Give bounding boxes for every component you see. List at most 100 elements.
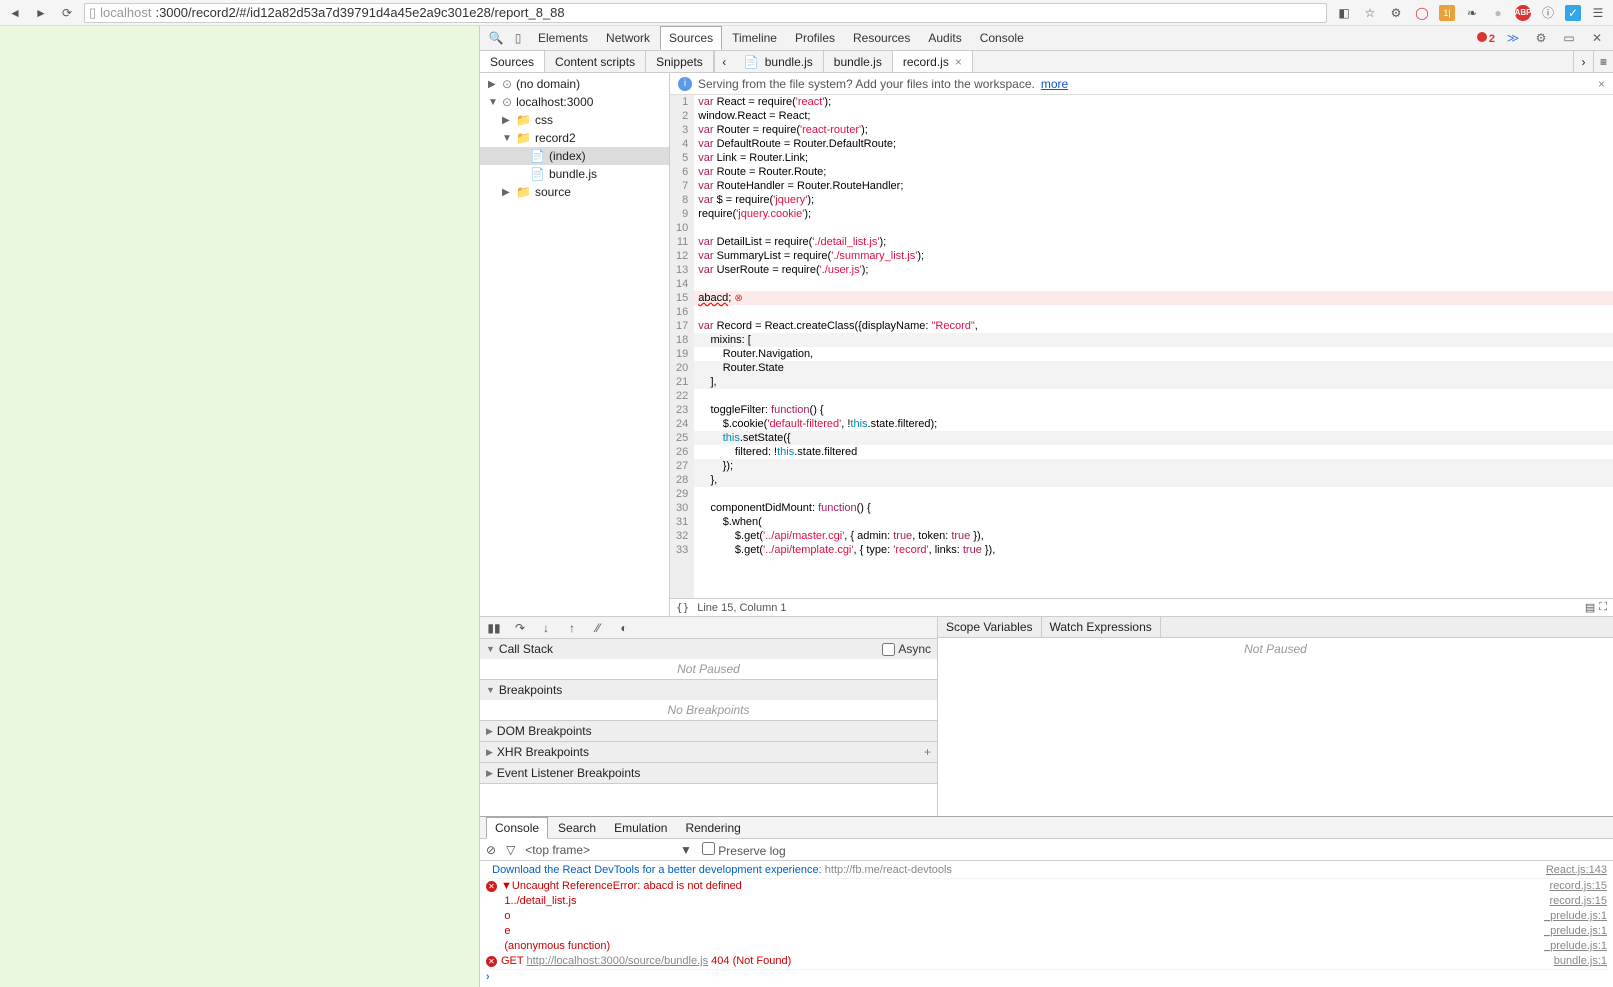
notice-text: Serving from the file system? Add your f…: [698, 77, 1035, 91]
workspace-notice: i Serving from the file system? Add your…: [670, 73, 1613, 95]
notice-close-icon[interactable]: ×: [1598, 77, 1605, 91]
nav-label: (index): [549, 149, 586, 163]
pause-exception-icon[interactable]: ◐: [616, 620, 632, 636]
nav-item[interactable]: ▶📁css: [480, 111, 669, 129]
nav-label: source: [535, 185, 571, 199]
nav-item[interactable]: ▼📁record2: [480, 129, 669, 147]
menu-icon[interactable]: ☰: [1589, 4, 1607, 22]
nav-item[interactable]: ▼⊙localhost:3000: [480, 93, 669, 111]
drawer-tab-rendering[interactable]: Rendering: [677, 818, 748, 838]
navigator-pane[interactable]: ▶⊙(no domain)▼⊙localhost:3000▶📁css▼📁reco…: [480, 73, 670, 616]
reload-button[interactable]: ⟳: [58, 4, 76, 22]
drawer-tab-emulation[interactable]: Emulation: [606, 818, 675, 838]
subtab-content-scripts[interactable]: Content scripts: [545, 51, 646, 72]
nav-item[interactable]: ▶📁source: [480, 183, 669, 201]
forward-button[interactable]: ►: [32, 4, 50, 22]
scope-body: Not Paused: [938, 638, 1613, 816]
add-xhr-icon[interactable]: +: [924, 745, 931, 759]
abp-icon[interactable]: ABP: [1515, 5, 1531, 21]
error-badge[interactable]: 2: [1477, 32, 1495, 45]
xhr-breakpoints-section[interactable]: ▶XHR Breakpoints+: [480, 742, 937, 763]
folder-icon: 📁: [516, 131, 531, 145]
tab-network[interactable]: Network: [598, 27, 658, 49]
nav-item[interactable]: 📄 (index): [480, 147, 669, 165]
line-gutter[interactable]: 1234567891011121314151617181920212223242…: [670, 95, 694, 598]
close-devtools-icon[interactable]: ✕: [1587, 28, 1607, 48]
folder-icon: 📁: [516, 113, 531, 127]
tab-profiles[interactable]: Profiles: [787, 27, 843, 49]
dock-icon[interactable]: ▭: [1559, 28, 1579, 48]
gear-icon[interactable]: ⚙: [1387, 4, 1405, 22]
file-icon: 📄: [530, 149, 545, 163]
async-checkbox[interactable]: [882, 643, 895, 656]
filetab-bundle1[interactable]: 📄bundle.js: [734, 51, 824, 72]
drawer-icon[interactable]: ≫: [1503, 28, 1523, 48]
tab-audits[interactable]: Audits: [920, 27, 969, 49]
expand-icon[interactable]: ⛶: [1599, 601, 1607, 614]
evernote-icon[interactable]: ❧: [1463, 4, 1481, 22]
page-content: [0, 26, 480, 987]
info-icon[interactable]: ⓘ: [1539, 4, 1557, 22]
deactivate-breakpoints-icon[interactable]: ⁄⁄: [590, 620, 606, 636]
debug-toolbar: ▮▮ ↷ ↓ ↑ ⁄⁄ ◐: [480, 617, 937, 639]
filetab-bundle2[interactable]: bundle.js: [824, 51, 893, 72]
subtab-snippets[interactable]: Snippets: [646, 51, 714, 72]
nav-label: record2: [535, 131, 576, 145]
call-stack-section[interactable]: ▼Call Stack Async Not Paused: [480, 639, 937, 680]
globe-icon[interactable]: ●: [1489, 4, 1507, 22]
console-prompt[interactable]: ›: [486, 970, 490, 985]
dom-breakpoints-section[interactable]: ▶DOM Breakpoints: [480, 721, 937, 742]
tab-resources[interactable]: Resources: [845, 27, 918, 49]
preserve-log-checkbox[interactable]: Preserve log: [702, 842, 786, 858]
event-listener-breakpoints-section[interactable]: ▶Event Listener Breakpoints: [480, 763, 937, 784]
notice-link[interactable]: more: [1041, 77, 1068, 91]
ublock-icon[interactable]: ◯: [1413, 4, 1431, 22]
tab-list-icon[interactable]: ≡: [1593, 51, 1613, 72]
close-tab-icon[interactable]: ×: [955, 55, 962, 69]
code-editor[interactable]: 1234567891011121314151617181920212223242…: [670, 95, 1613, 598]
device-icon[interactable]: ▯: [508, 28, 528, 48]
drawer-tab-search[interactable]: Search: [550, 818, 604, 838]
settings-icon[interactable]: ⚙: [1531, 28, 1551, 48]
check-icon[interactable]: ✓: [1565, 5, 1581, 21]
search-icon[interactable]: 🔍: [486, 28, 506, 48]
frame-selector[interactable]: <top frame> ▼: [525, 843, 692, 857]
url-bar[interactable]: ▯ localhost:3000/record2/#/id12a82d53a7d…: [84, 3, 1327, 23]
nav-item[interactable]: 📄bundle.js: [480, 165, 669, 183]
step-out-icon[interactable]: ↑: [564, 620, 580, 636]
nav-label: localhost:3000: [516, 95, 593, 109]
watch-expressions-tab[interactable]: Watch Expressions: [1042, 617, 1161, 637]
pause-icon[interactable]: ▮▮: [486, 620, 502, 636]
cloud-icon: ⊙: [502, 77, 512, 91]
clear-console-icon[interactable]: ⊘: [486, 843, 496, 857]
scope-watch-header: Scope Variables Watch Expressions: [938, 617, 1613, 638]
tab-scroll-left[interactable]: ‹: [714, 51, 734, 72]
tab-scroll-right[interactable]: ›: [1573, 51, 1593, 72]
sidebar-toggle-icon[interactable]: ▤: [1585, 601, 1595, 614]
panel-icon[interactable]: ◧: [1335, 4, 1353, 22]
star-icon[interactable]: ☆: [1361, 4, 1379, 22]
scope-variables-tab[interactable]: Scope Variables: [938, 617, 1042, 637]
tab-elements[interactable]: Elements: [530, 27, 596, 49]
cursor-position: Line 15, Column 1: [697, 602, 786, 614]
folder-icon: 📁: [516, 185, 531, 199]
filetab-record[interactable]: record.js×: [893, 51, 973, 72]
step-over-icon[interactable]: ↷: [512, 620, 528, 636]
subtab-sources[interactable]: Sources: [480, 51, 545, 72]
nav-item[interactable]: ▶⊙(no domain): [480, 75, 669, 93]
step-into-icon[interactable]: ↓: [538, 620, 554, 636]
url-host: localhost: [100, 5, 151, 20]
tab-console[interactable]: Console: [972, 27, 1032, 49]
console-body[interactable]: Download the React DevTools for a better…: [480, 861, 1613, 987]
tab-sources[interactable]: Sources: [660, 26, 722, 50]
back-button[interactable]: ◄: [6, 4, 24, 22]
devtools: 🔍 ▯ Elements Network Sources Timeline Pr…: [480, 26, 1613, 987]
onepass-icon[interactable]: 1|: [1439, 5, 1455, 21]
format-icon[interactable]: {}: [676, 601, 689, 614]
breakpoints-section[interactable]: ▼Breakpoints No Breakpoints: [480, 680, 937, 721]
browser-toolbar: ◄ ► ⟳ ▯ localhost:3000/record2/#/id12a82…: [0, 0, 1613, 26]
tab-timeline[interactable]: Timeline: [724, 27, 785, 49]
filter-icon[interactable]: ▽: [506, 843, 515, 857]
code-content[interactable]: var React = require('react');window.Reac…: [694, 95, 1613, 598]
drawer-tab-console[interactable]: Console: [486, 817, 548, 839]
